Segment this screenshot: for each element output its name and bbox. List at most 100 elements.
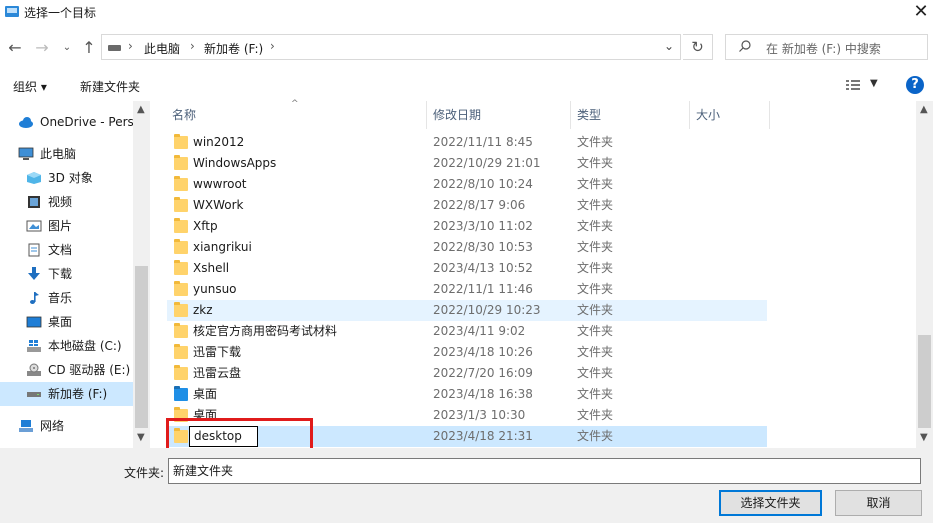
file-type: 文件夹	[577, 261, 614, 275]
file-type: 文件夹	[577, 240, 614, 254]
file-row[interactable]: 迅雷云盘 2022/7/20 16:09 文件夹	[167, 363, 767, 384]
scroll-up-icon[interactable]: ▲	[137, 104, 145, 115]
scroll-down-icon[interactable]: ▼	[920, 432, 928, 443]
file-name: WindowsApps	[193, 156, 277, 170]
nav-label: 新加卷 (F:)	[48, 387, 108, 401]
file-date: 2022/10/29 21:01	[433, 156, 541, 170]
nav-item-new-volume-f[interactable]: 新加卷 (F:)	[0, 382, 133, 406]
view-dropdown-icon[interactable]: ▼	[870, 78, 878, 89]
address-bar[interactable]: › 此电脑 › 新加卷 (F:) › ⌄	[101, 34, 681, 60]
file-row[interactable]: yunsuo 2022/11/1 11:46 文件夹	[167, 279, 767, 300]
new-folder-button[interactable]: 新建文件夹	[80, 78, 140, 95]
column-divider[interactable]	[689, 101, 690, 129]
nav-label: 3D 对象	[48, 171, 93, 185]
scroll-up-icon[interactable]: ▲	[920, 104, 928, 115]
desktop-icon	[26, 316, 42, 328]
breadcrumb-separator-icon[interactable]: ›	[270, 39, 275, 53]
organize-menu[interactable]: 组织 ▾	[13, 78, 47, 95]
nav-item-local-disk-c[interactable]: 本地磁盘 (C:)	[0, 334, 133, 358]
up-arrow-icon[interactable]: ↑	[80, 38, 98, 57]
file-row[interactable]: Xshell 2023/4/13 10:52 文件夹	[167, 258, 767, 279]
file-name: 迅雷云盘	[193, 366, 242, 380]
column-divider[interactable]	[769, 101, 770, 129]
file-date: 2022/8/10 10:24	[433, 177, 533, 191]
column-header-name[interactable]: 名称	[172, 101, 196, 129]
file-type: 文件夹	[577, 429, 614, 443]
file-name: 桌面	[193, 387, 218, 401]
breadcrumb-separator-icon[interactable]: ›	[128, 39, 133, 53]
nav-label: 此电脑	[40, 147, 77, 161]
column-divider[interactable]	[570, 101, 571, 129]
refresh-icon[interactable]: ↻	[683, 34, 713, 60]
file-type: 文件夹	[577, 387, 614, 401]
nav-item-documents[interactable]: 文档	[0, 238, 133, 262]
folder-icon	[174, 239, 188, 254]
nav-item-this-pc[interactable]: 此电脑	[0, 142, 133, 166]
title-bar	[0, 0, 933, 28]
file-row[interactable]: WindowsApps 2022/10/29 21:01 文件夹	[167, 153, 767, 174]
nav-scroll-thumb[interactable]	[135, 266, 148, 428]
nav-label: 本地磁盘 (C:)	[48, 339, 122, 353]
desktop-folder-icon	[174, 386, 188, 401]
breadcrumb-drive[interactable]: 新加卷 (F:)	[204, 40, 263, 57]
column-divider[interactable]	[426, 101, 427, 129]
nav-label: 网络	[40, 419, 65, 433]
file-row[interactable]: win2012 2022/11/11 8:45 文件夹	[167, 132, 767, 153]
file-type: 文件夹	[577, 324, 614, 338]
file-row[interactable]: 迅雷下载 2023/4/18 10:26 文件夹	[167, 342, 767, 363]
file-row[interactable]: wwwroot 2022/8/10 10:24 文件夹	[167, 174, 767, 195]
file-name: 迅雷下载	[193, 345, 242, 359]
nav-item-pictures[interactable]: 图片	[0, 214, 133, 238]
view-options-icon[interactable]	[845, 78, 861, 92]
file-name: Xshell	[193, 261, 230, 275]
cd-drive-icon	[27, 363, 41, 376]
file-row[interactable]: Xftp 2023/3/10 11:02 文件夹	[167, 216, 767, 237]
nav-label: 下载	[48, 267, 73, 281]
drive-icon	[108, 45, 121, 51]
nav-item-downloads[interactable]: 下载	[0, 262, 133, 286]
file-row[interactable]: xiangrikui 2022/8/30 10:53 文件夹	[167, 237, 767, 258]
search-placeholder: 在 新加卷 (F:) 中搜索	[766, 42, 881, 56]
file-type: 文件夹	[577, 345, 614, 359]
nav-item-cd-drive-e[interactable]: CD 驱动器 (E:)	[0, 358, 133, 382]
file-row[interactable]: WXWork 2022/8/17 9:06 文件夹	[167, 195, 767, 216]
file-list-scroll-thumb[interactable]	[918, 335, 931, 428]
folder-icon	[174, 176, 188, 191]
file-name: 核定官方商用密码考试材料	[193, 324, 338, 338]
nav-item-3d-objects[interactable]: 3D 对象	[0, 166, 133, 190]
address-dropdown-icon[interactable]: ⌄	[664, 39, 674, 53]
breadcrumb-separator-icon[interactable]: ›	[190, 39, 195, 53]
folder-icon	[174, 365, 188, 380]
forward-arrow-icon[interactable]: →	[33, 38, 51, 57]
column-header-date[interactable]: 修改日期	[433, 101, 481, 129]
help-icon[interactable]: ?	[906, 76, 924, 94]
file-row[interactable]: 核定官方商用密码考试材料 2023/4/11 9:02 文件夹	[167, 321, 767, 342]
back-arrow-icon[interactable]: ←	[6, 38, 24, 57]
file-date: 2022/7/20 16:09	[433, 366, 533, 380]
nav-item-desktop[interactable]: 桌面	[0, 310, 133, 334]
file-name: Xftp	[193, 219, 218, 233]
breadcrumb-computer[interactable]: 此电脑	[144, 40, 180, 57]
cancel-button[interactable]: 取消	[835, 490, 922, 516]
download-icon	[28, 267, 40, 280]
nav-label: 桌面	[48, 315, 73, 329]
nav-item-network[interactable]: 网络	[0, 414, 133, 438]
file-row[interactable]: zkz 2022/10/29 10:23 文件夹	[167, 300, 767, 321]
folder-name-input[interactable]: 新建文件夹	[168, 458, 921, 484]
file-row[interactable]: 桌面 2023/4/18 16:38 文件夹	[167, 384, 767, 405]
nav-item-onedrive[interactable]: OneDrive - Personal	[0, 110, 133, 134]
column-header-size[interactable]: 大小	[696, 101, 720, 129]
column-header-type[interactable]: 类型	[577, 101, 601, 129]
computer-icon	[18, 147, 34, 160]
search-box[interactable]: 在 新加卷 (F:) 中搜索	[725, 34, 928, 60]
file-date: 2023/4/11 9:02	[433, 324, 526, 338]
nav-label: 视频	[48, 195, 73, 209]
file-name: wwwroot	[193, 177, 247, 191]
close-icon[interactable]: ✕	[910, 1, 932, 23]
nav-item-music[interactable]: 音乐	[0, 286, 133, 310]
search-icon	[739, 40, 751, 52]
nav-item-videos[interactable]: 视频	[0, 190, 133, 214]
select-folder-button[interactable]: 选择文件夹	[719, 490, 822, 516]
scroll-down-icon[interactable]: ▼	[137, 432, 145, 443]
recent-chevron-icon[interactable]: ⌄	[58, 42, 76, 53]
